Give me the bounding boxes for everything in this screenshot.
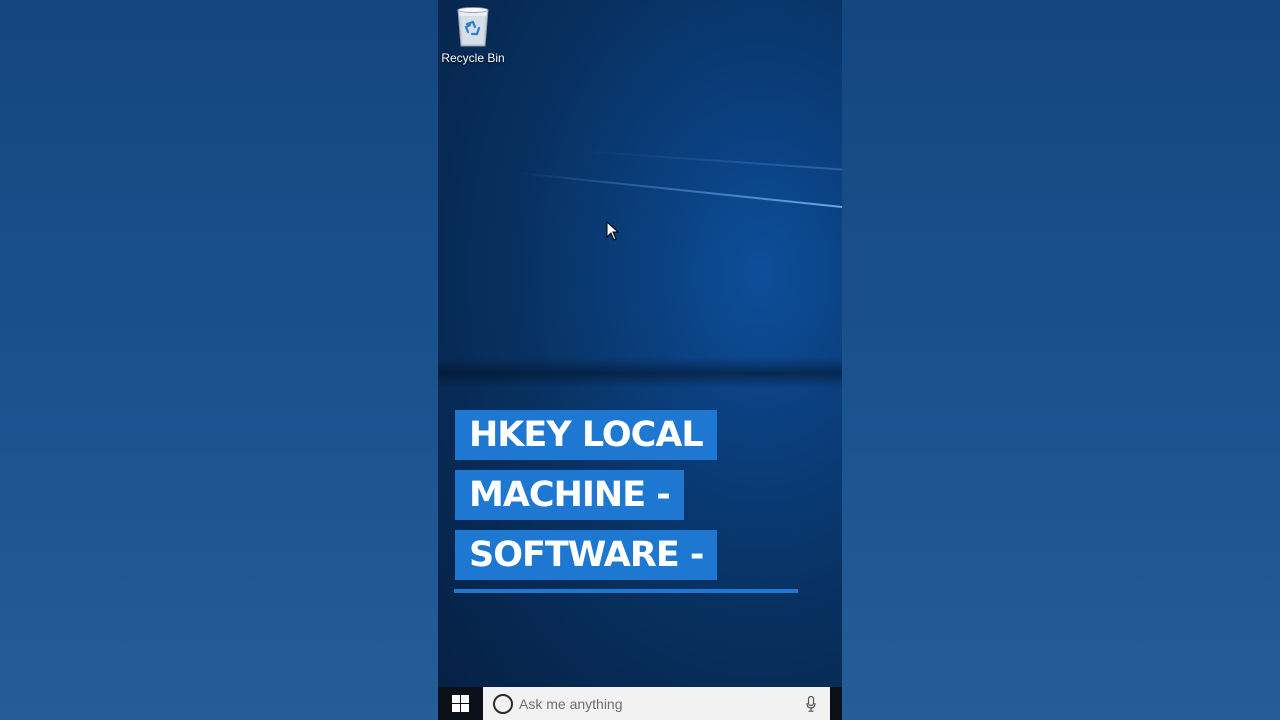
mouse-pointer-icon	[606, 220, 620, 246]
search-placeholder: Ask me anything	[519, 695, 623, 712]
desktop[interactable]: Recycle Bin HKEY LOCAL MACHINE - SOFTWAR…	[438, 0, 842, 720]
background-left	[0, 0, 438, 720]
wallpaper-light-beam	[577, 150, 842, 172]
background-right	[842, 0, 1280, 720]
wallpaper-shadow	[438, 358, 842, 388]
screen: Recycle Bin HKEY LOCAL MACHINE - SOFTWAR…	[0, 0, 1280, 720]
caption-underline	[454, 589, 798, 593]
taskbar: Ask me anything	[438, 687, 842, 720]
recycle-bin-shortcut[interactable]: Recycle Bin	[438, 4, 508, 76]
recycle-bin-label: Recycle Bin	[441, 51, 505, 65]
caption-overlay: HKEY LOCAL MACHINE - SOFTWARE -	[455, 410, 718, 590]
start-button[interactable]	[438, 687, 483, 720]
search-box[interactable]: Ask me anything	[483, 687, 830, 720]
caption-line: MACHINE -	[455, 470, 684, 520]
recycle-bin-icon	[457, 7, 489, 47]
cortana-icon	[493, 693, 513, 714]
wallpaper-light-beam	[517, 172, 842, 210]
caption-line: SOFTWARE -	[455, 530, 718, 580]
microphone-icon[interactable]	[806, 696, 816, 712]
caption-line: HKEY LOCAL	[455, 410, 717, 460]
windows-logo-icon	[452, 695, 469, 712]
